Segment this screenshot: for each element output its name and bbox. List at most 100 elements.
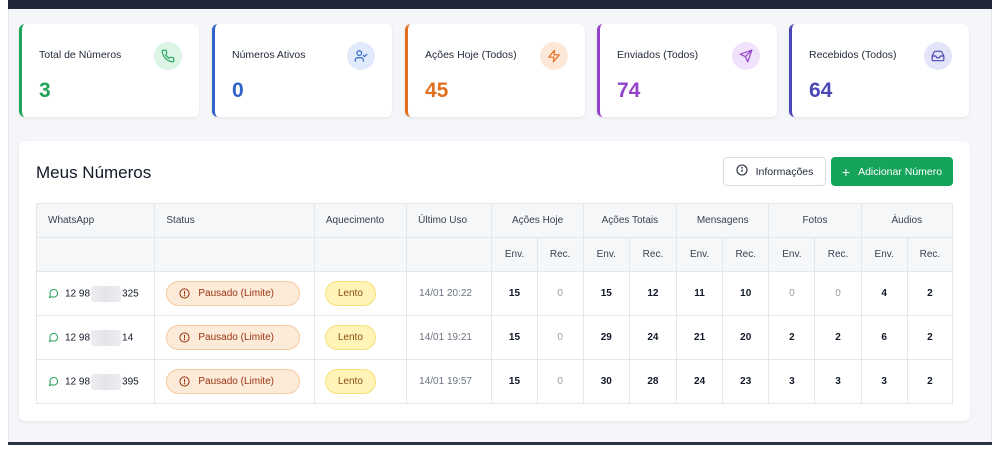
stat-card: Números Ativos 0 [212,24,392,117]
status-label: Pausado (Limite) [198,332,274,343]
phone-prefix: 12 98 [65,288,91,300]
phone-icon [154,42,182,70]
subheader-rec: Rec. [536,237,584,272]
stat-card: Total de Números 3 [19,24,199,117]
phone-suffix: 325 [122,288,139,300]
stat-value: 3 [39,79,51,102]
phone-suffix: 395 [122,376,139,388]
stat-label: Ações Hoje (Todos) [425,49,517,61]
table-row[interactable]: 12 98 325 Pausado (Limite) Lento 14/01 20:22… [35,271,954,316]
alert-icon [179,376,190,387]
foto-rec-cell: 3 [814,359,862,404]
foto-rec-cell: 0 [814,271,862,316]
add-number-button[interactable]: + Adicionar Número [831,157,953,186]
redacted-digits [91,373,122,390]
tot-rec-cell: 24 [628,315,678,360]
alert-icon [179,332,190,343]
last-used-cell: 14/01 19:57 [406,359,493,404]
alert-icon [179,288,190,299]
user-check-icon [347,42,375,70]
table-row[interactable]: 12 98 395 Pausado (Limite) Lento 14/01 19:57… [35,359,954,404]
whatsapp-icon [48,376,59,387]
foto-env-cell: 0 [768,271,816,316]
subheader-rec: Rec. [814,237,862,272]
status-label: Pausado (Limite) [198,288,274,299]
subheader-rec: Rec. [906,237,954,272]
aquecimento-cell: Lento [313,315,408,360]
msg-rec-cell: 10 [722,271,770,316]
header-status: Status [154,203,315,238]
tot-rec-cell: 28 [628,359,678,404]
header-ultimo-uso: Último Uso [406,203,493,238]
phone-prefix: 12 98 [65,332,91,344]
whatsapp-cell: 12 98 14 [35,315,156,360]
subheader-rec: Rec. [628,237,678,272]
info-button[interactable]: Informações [723,157,826,186]
top-navbar [8,0,992,9]
inbox-icon [924,42,952,70]
tot-env-cell: 29 [582,315,630,360]
whatsapp-icon [48,288,59,299]
header-acoes-hoje: Ações Hoje [491,203,584,238]
send-icon [732,42,760,70]
msg-env-cell: 11 [676,271,724,316]
aud-env-cell: 4 [860,271,908,316]
speed-badge: Lento [324,369,376,394]
aquecimento-cell: Lento [313,271,408,316]
header-audios: Áudios [860,203,954,238]
subheader-env: Env. [582,237,630,272]
aud-rec-cell: 2 [906,359,954,404]
stat-value: 64 [809,79,833,102]
stat-label: Total de Números [39,49,122,61]
redacted-digits [91,285,122,302]
status-label: Pausado (Limite) [198,376,274,387]
stat-value: 45 [425,79,449,102]
status-cell: Pausado (Limite) [154,315,315,360]
plus-icon: + [841,163,851,180]
foto-rec-cell: 2 [814,315,862,360]
stat-label: Enviados (Todos) [617,49,699,61]
subheader-env: Env. [860,237,908,272]
aud-env-cell: 6 [860,315,908,360]
aud-env-cell: 3 [860,359,908,404]
status-cell: Pausado (Limite) [154,359,315,404]
subheader-env: Env. [676,237,724,272]
table-row[interactable]: 12 98 14 Pausado (Limite) Lento 14/01 19:21 1… [35,315,954,360]
whatsapp-cell: 12 98 395 [35,359,156,404]
header-acoes-totais: Ações Totais [582,203,678,238]
hoje-env-cell: 15 [491,271,538,316]
msg-rec-cell: 20 [722,315,770,360]
subheader-env: Env. [491,237,538,272]
stat-card: Recebidos (Todos) 64 [789,24,969,117]
aud-rec-cell: 2 [906,315,954,360]
header-fotos: Fotos [768,203,862,238]
hoje-env-cell: 15 [491,359,538,404]
speed-badge: Lento [324,325,376,350]
last-used-cell: 14/01 19:21 [406,315,493,360]
hoje-rec-cell: 0 [536,271,584,316]
header-aquecimento: Aquecimento [313,203,408,238]
info-button-label: Informações [755,165,814,178]
subheader-rec: Rec. [722,237,770,272]
msg-rec-cell: 23 [722,359,770,404]
info-icon [736,164,748,179]
header-whatsapp: WhatsApp [35,203,156,238]
last-used-cell: 14/01 20:22 [406,271,493,316]
whatsapp-icon [48,332,59,343]
speed-badge: Lento [324,281,376,306]
subheader-env: Env. [768,237,816,272]
numbers-table: WhatsApp Status Aquecimento Último Uso A… [35,203,954,404]
msg-env-cell: 21 [676,315,724,360]
foto-env-cell: 3 [768,359,816,404]
tot-rec-cell: 12 [628,271,678,316]
subheader-empty [154,237,315,272]
stat-card: Enviados (Todos) 74 [597,24,777,117]
table-header-row: WhatsApp Status Aquecimento Último Uso A… [35,203,954,238]
aquecimento-cell: Lento [313,359,408,404]
msg-env-cell: 24 [676,359,724,404]
whatsapp-cell: 12 98 325 [35,271,156,316]
subheader-empty [406,237,493,272]
subheader-empty [35,237,156,272]
stat-value: 74 [617,79,641,102]
phone-suffix: 14 [122,332,134,344]
